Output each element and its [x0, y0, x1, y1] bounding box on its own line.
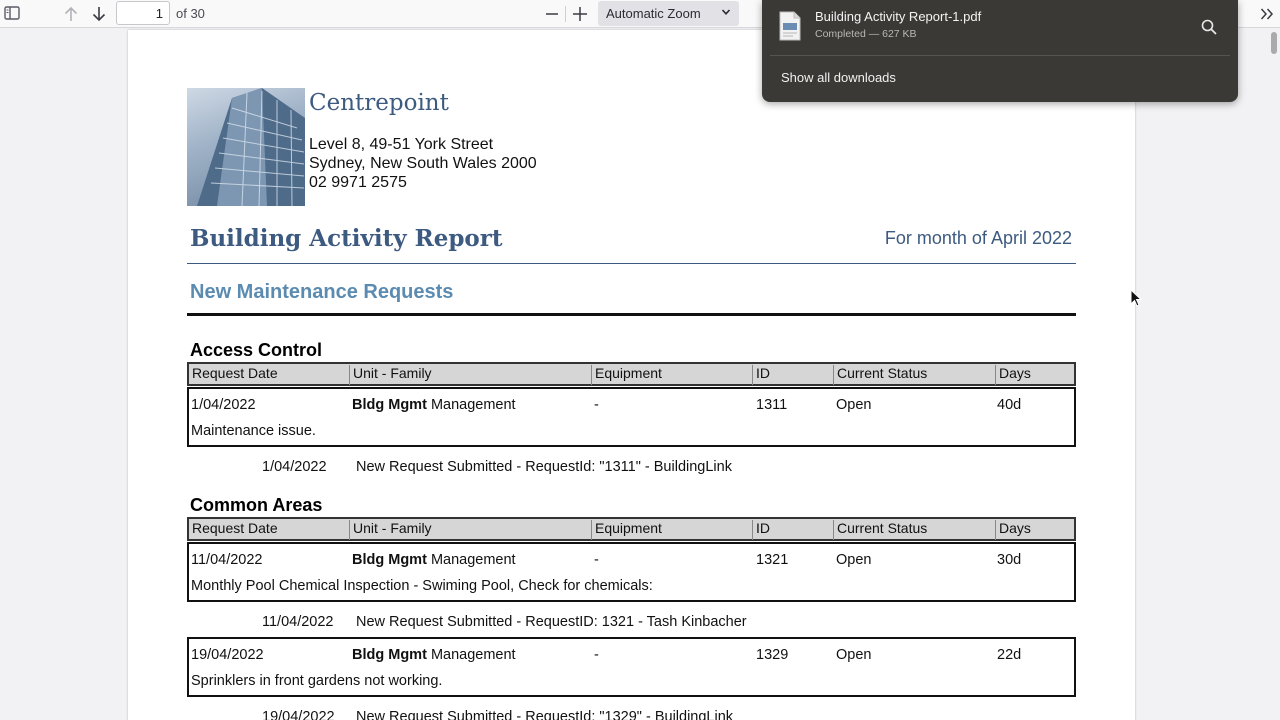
request-id: 1321	[756, 552, 789, 568]
request-description: Monthly Pool Chemical Inspection - Swimi…	[191, 578, 653, 594]
report-month: For month of April 2022	[884, 228, 1072, 248]
unit-family: Bldg Mgmt Management	[352, 647, 516, 663]
double-chevron-right-icon	[1260, 8, 1274, 20]
equipment: -	[594, 397, 599, 413]
column-header: Request Date	[189, 365, 350, 385]
request-id: 1311	[756, 397, 788, 413]
show-in-folder-button[interactable]	[1200, 18, 1218, 36]
sidebar-toggle-icon[interactable]	[3, 4, 21, 22]
chevron-down-icon	[721, 9, 731, 15]
building-photo	[187, 88, 305, 206]
section-title: New Maintenance Requests	[190, 281, 454, 303]
current-status: Open	[836, 397, 872, 413]
note-date: 19/04/2022	[262, 709, 335, 720]
download-file-name: Building Activity Report-1.pdf	[815, 9, 982, 24]
request-record: 19/04/2022 Bldg Mgmt Management - 1329 O…	[187, 637, 1076, 697]
unit-family: Bldg Mgmt Management	[352, 397, 516, 413]
plus-icon	[573, 7, 587, 21]
column-header: Days	[999, 365, 1031, 381]
phone-line: 02 9971 2575	[309, 174, 407, 191]
request-record: 11/04/2022 Bldg Mgmt Management - 1321 O…	[187, 542, 1076, 602]
column-header: ID	[753, 365, 834, 385]
tools-menu-button[interactable]	[1256, 3, 1278, 25]
note-date: 1/04/2022	[262, 459, 327, 475]
show-all-downloads-button[interactable]: Show all downloads	[781, 70, 896, 85]
address-line: Sydney, New South Wales 2000	[309, 155, 537, 172]
page-count: of 30	[176, 6, 205, 21]
panel-divider	[770, 55, 1230, 56]
divider	[187, 313, 1076, 316]
column-header: Unit - Family	[350, 365, 592, 385]
equipment: -	[594, 552, 599, 568]
table-header: Request Date Unit - Family Equipment ID …	[187, 517, 1076, 541]
zoom-value: Automatic Zoom	[606, 6, 701, 21]
arrow-down-icon	[92, 7, 106, 22]
request-description: Sprinklers in front gardens not working.	[191, 673, 443, 689]
column-header: Current Status	[834, 520, 996, 540]
note-text: New Request Submitted - RequestId: "1311…	[356, 459, 732, 475]
mouse-cursor-icon	[1130, 289, 1142, 307]
days-open: 30d	[997, 552, 1022, 568]
column-header: Request Date	[189, 520, 350, 540]
note-text: New Request Submitted - RequestID: 1321 …	[356, 614, 747, 630]
divider	[187, 263, 1076, 264]
request-date: 11/04/2022	[191, 552, 263, 568]
request-date: 19/04/2022	[191, 647, 264, 663]
report-title: Building Activity Report	[190, 225, 503, 252]
next-page-button[interactable]	[88, 3, 110, 25]
category-title: Access Control	[190, 340, 323, 360]
arrow-up-icon	[64, 6, 78, 21]
column-header: Equipment	[592, 365, 753, 385]
category-title: Common Areas	[190, 495, 323, 515]
address-line: Level 8, 49-51 York Street	[309, 136, 494, 153]
days-open: 22d	[997, 647, 1022, 663]
download-status: Completed — 627 KB	[815, 28, 917, 40]
page-number-input[interactable]	[116, 1, 170, 25]
magnifier-icon	[1201, 19, 1217, 35]
note-date: 11/04/2022	[262, 614, 334, 630]
note-text: New Request Submitted - RequestId: "1329…	[356, 709, 734, 720]
zoom-select[interactable]: Automatic Zoom	[598, 1, 739, 26]
vertical-scrollbar[interactable]	[1271, 32, 1277, 54]
days-open: 40d	[997, 397, 1022, 413]
equipment: -	[594, 647, 599, 663]
zoom-in-button[interactable]	[570, 3, 590, 25]
request-id: 1329	[756, 647, 789, 663]
current-status: Open	[836, 552, 872, 568]
current-status: Open	[836, 647, 872, 663]
column-header: Days	[999, 520, 1031, 536]
column-header: Equipment	[592, 520, 753, 540]
previous-page-button[interactable]	[60, 3, 82, 25]
column-header: Unit - Family	[350, 520, 592, 540]
minus-icon	[546, 13, 558, 15]
company-name: Centrepoint	[309, 90, 449, 116]
toolbar-separator	[565, 6, 566, 22]
zoom-out-button[interactable]	[542, 3, 562, 25]
unit-family: Bldg Mgmt Management	[352, 552, 516, 568]
request-record: 1/04/2022 Bldg Mgmt Management - 1311 Op…	[187, 387, 1076, 447]
pdf-file-icon	[779, 11, 801, 41]
request-description: Maintenance issue.	[191, 423, 316, 439]
request-date: 1/04/2022	[191, 397, 256, 413]
downloads-panel: Building Activity Report-1.pdf Completed…	[762, 0, 1238, 102]
column-header: ID	[753, 520, 834, 540]
column-header: Current Status	[834, 365, 996, 385]
table-header: Request Date Unit - Family Equipment ID …	[187, 362, 1076, 386]
